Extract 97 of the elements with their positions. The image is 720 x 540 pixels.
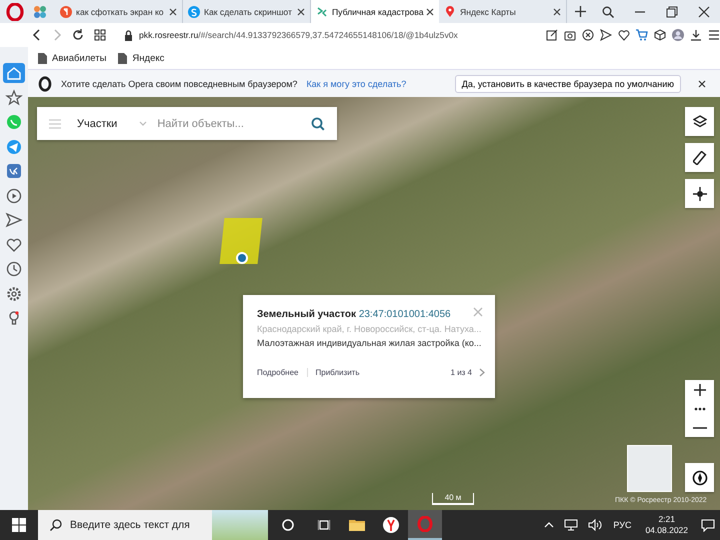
address-field[interactable]: pkk.rosreestr.ru/#/search/44.9133792366579,37.54724655148106/18/@1b4ulz5v0x	[116, 30, 540, 40]
menu-icon[interactable]	[708, 29, 720, 41]
search-icon[interactable]	[602, 6, 614, 18]
compass-icon	[692, 470, 708, 486]
address-text: Краснодарский край, г. Новороссийск, ст-ца. Натуха...	[257, 324, 482, 334]
speaker-icon[interactable]	[588, 519, 602, 531]
sidebar-button[interactable]	[3, 63, 25, 83]
tab-title: Яндекс Карты	[460, 6, 517, 16]
opera-logo-icon	[38, 76, 52, 92]
close-icon[interactable]	[426, 8, 434, 16]
details-link[interactable]: Подробнее	[257, 368, 308, 377]
avatar-icon[interactable]	[672, 29, 684, 41]
selected-parcel	[220, 218, 262, 264]
zoom-out-button[interactable]	[685, 418, 714, 437]
heart-icon[interactable]	[618, 29, 630, 41]
tab-favicon-icon	[316, 6, 328, 18]
url-text: pkk.rosreestr.ru/#/search/44.9133792366579,37.54724655148106/18/@1b4ulz5v0x	[139, 30, 458, 40]
page-icon	[118, 52, 128, 64]
notification-text: Хотите сделать Opera своим повседневным браузером?	[61, 78, 298, 88]
help-link[interactable]: Как я могу это сделать?	[306, 78, 406, 88]
zoom-to-link[interactable]: Приблизить	[316, 368, 360, 377]
minimap-thumbnail[interactable]	[627, 445, 672, 492]
scale-bar: 40 м	[432, 493, 474, 505]
bookmark[interactable]: Авиабилеты	[38, 52, 106, 64]
sidebar-button[interactable]	[3, 210, 25, 230]
locate-button[interactable]	[685, 179, 714, 208]
network-icon[interactable]	[564, 519, 578, 531]
tab-favicon-icon	[60, 6, 72, 18]
restore-icon[interactable]	[666, 6, 678, 18]
star-icon	[5, 88, 23, 106]
taskbar-search-field[interactable]: Введите здесь текст для	[38, 510, 268, 540]
circle-icon[interactable]	[282, 519, 294, 531]
send-icon	[5, 211, 23, 229]
layers-icon	[692, 114, 706, 128]
ruler-icon	[692, 150, 706, 164]
padlock-icon	[124, 30, 133, 40]
plus-icon[interactable]	[575, 6, 586, 17]
ruler-button[interactable]	[685, 143, 714, 172]
reload-icon[interactable]	[72, 29, 84, 41]
yandex-browser-icon	[383, 517, 399, 533]
cart-icon[interactable]	[636, 29, 648, 41]
layers-button[interactable]	[685, 107, 714, 136]
layer-dropdown[interactable]: Участки	[77, 118, 148, 130]
search-icon	[50, 519, 62, 531]
language-indicator[interactable]: РУС	[613, 520, 632, 530]
more-dots-icon	[692, 406, 706, 410]
compass-button[interactable]	[685, 463, 714, 492]
close-icon[interactable]	[297, 8, 305, 16]
search-icon[interactable]	[311, 116, 325, 130]
heart-icon	[5, 236, 23, 254]
settings-icon	[5, 284, 23, 302]
camera-icon[interactable]	[564, 29, 576, 41]
grid-icon[interactable]	[94, 29, 106, 41]
clock-icon	[5, 260, 23, 278]
tab-favicon-icon	[188, 6, 200, 18]
play-icon	[5, 186, 23, 204]
browser-tab[interactable]: Публичная кадастрова	[311, 0, 439, 23]
set-default-button[interactable]: Да, установить в качестве браузера по умолчанию	[454, 74, 681, 92]
folder-icon	[349, 517, 365, 533]
opera-logo-icon[interactable]	[6, 2, 24, 20]
popup-title: Земельный участок 23:47:0101001:4056	[257, 309, 452, 320]
paper-plane-icon	[5, 138, 23, 156]
plus-icon	[692, 382, 706, 396]
close-icon[interactable]	[169, 8, 177, 16]
tab-title: Публичная кадастрова	[332, 6, 422, 16]
sidebar-button[interactable]	[3, 88, 25, 108]
tab-favicon-icon	[444, 6, 456, 18]
chevron-right-icon[interactable]	[479, 368, 485, 377]
page-icon	[38, 52, 47, 64]
send-icon[interactable]	[600, 29, 612, 41]
windows-logo-icon[interactable]	[12, 518, 26, 532]
chat-bubble-icon	[5, 113, 23, 131]
clock-date[interactable]: 04.08.2022	[645, 525, 688, 536]
snapshot-edit-icon[interactable]	[546, 29, 558, 41]
vk-icon	[5, 162, 23, 180]
illustration-placeholder	[212, 510, 268, 540]
chevron-down-icon	[139, 120, 148, 126]
notification-icon[interactable]	[701, 518, 715, 532]
crosshair-icon	[692, 186, 706, 200]
cube-icon[interactable]	[654, 29, 666, 41]
bookmark[interactable]: Яндекс	[118, 52, 164, 64]
zoom-in-button[interactable]	[685, 380, 714, 399]
close-circle-icon[interactable]	[582, 29, 594, 41]
minus-icon	[692, 426, 706, 428]
opera-logo-icon	[417, 516, 433, 532]
close-icon[interactable]	[698, 80, 706, 88]
pager-text: 1 из 4	[450, 368, 472, 377]
tab-title: Как сделать скриншот	[204, 6, 293, 16]
download-icon[interactable]	[690, 29, 702, 41]
speed-dial-icon[interactable]	[33, 4, 47, 18]
land-use-text: Малоэтажная индивидуальная жилая застройка (ко...	[257, 338, 482, 348]
tab-title: как сфоткать экран ко	[76, 6, 165, 16]
clock-time[interactable]: 2:21	[658, 514, 675, 525]
chevron-up-icon[interactable]	[544, 522, 554, 528]
close-icon[interactable]	[698, 6, 710, 18]
close-icon[interactable]	[553, 8, 561, 16]
task-view-icon[interactable]	[318, 519, 330, 531]
